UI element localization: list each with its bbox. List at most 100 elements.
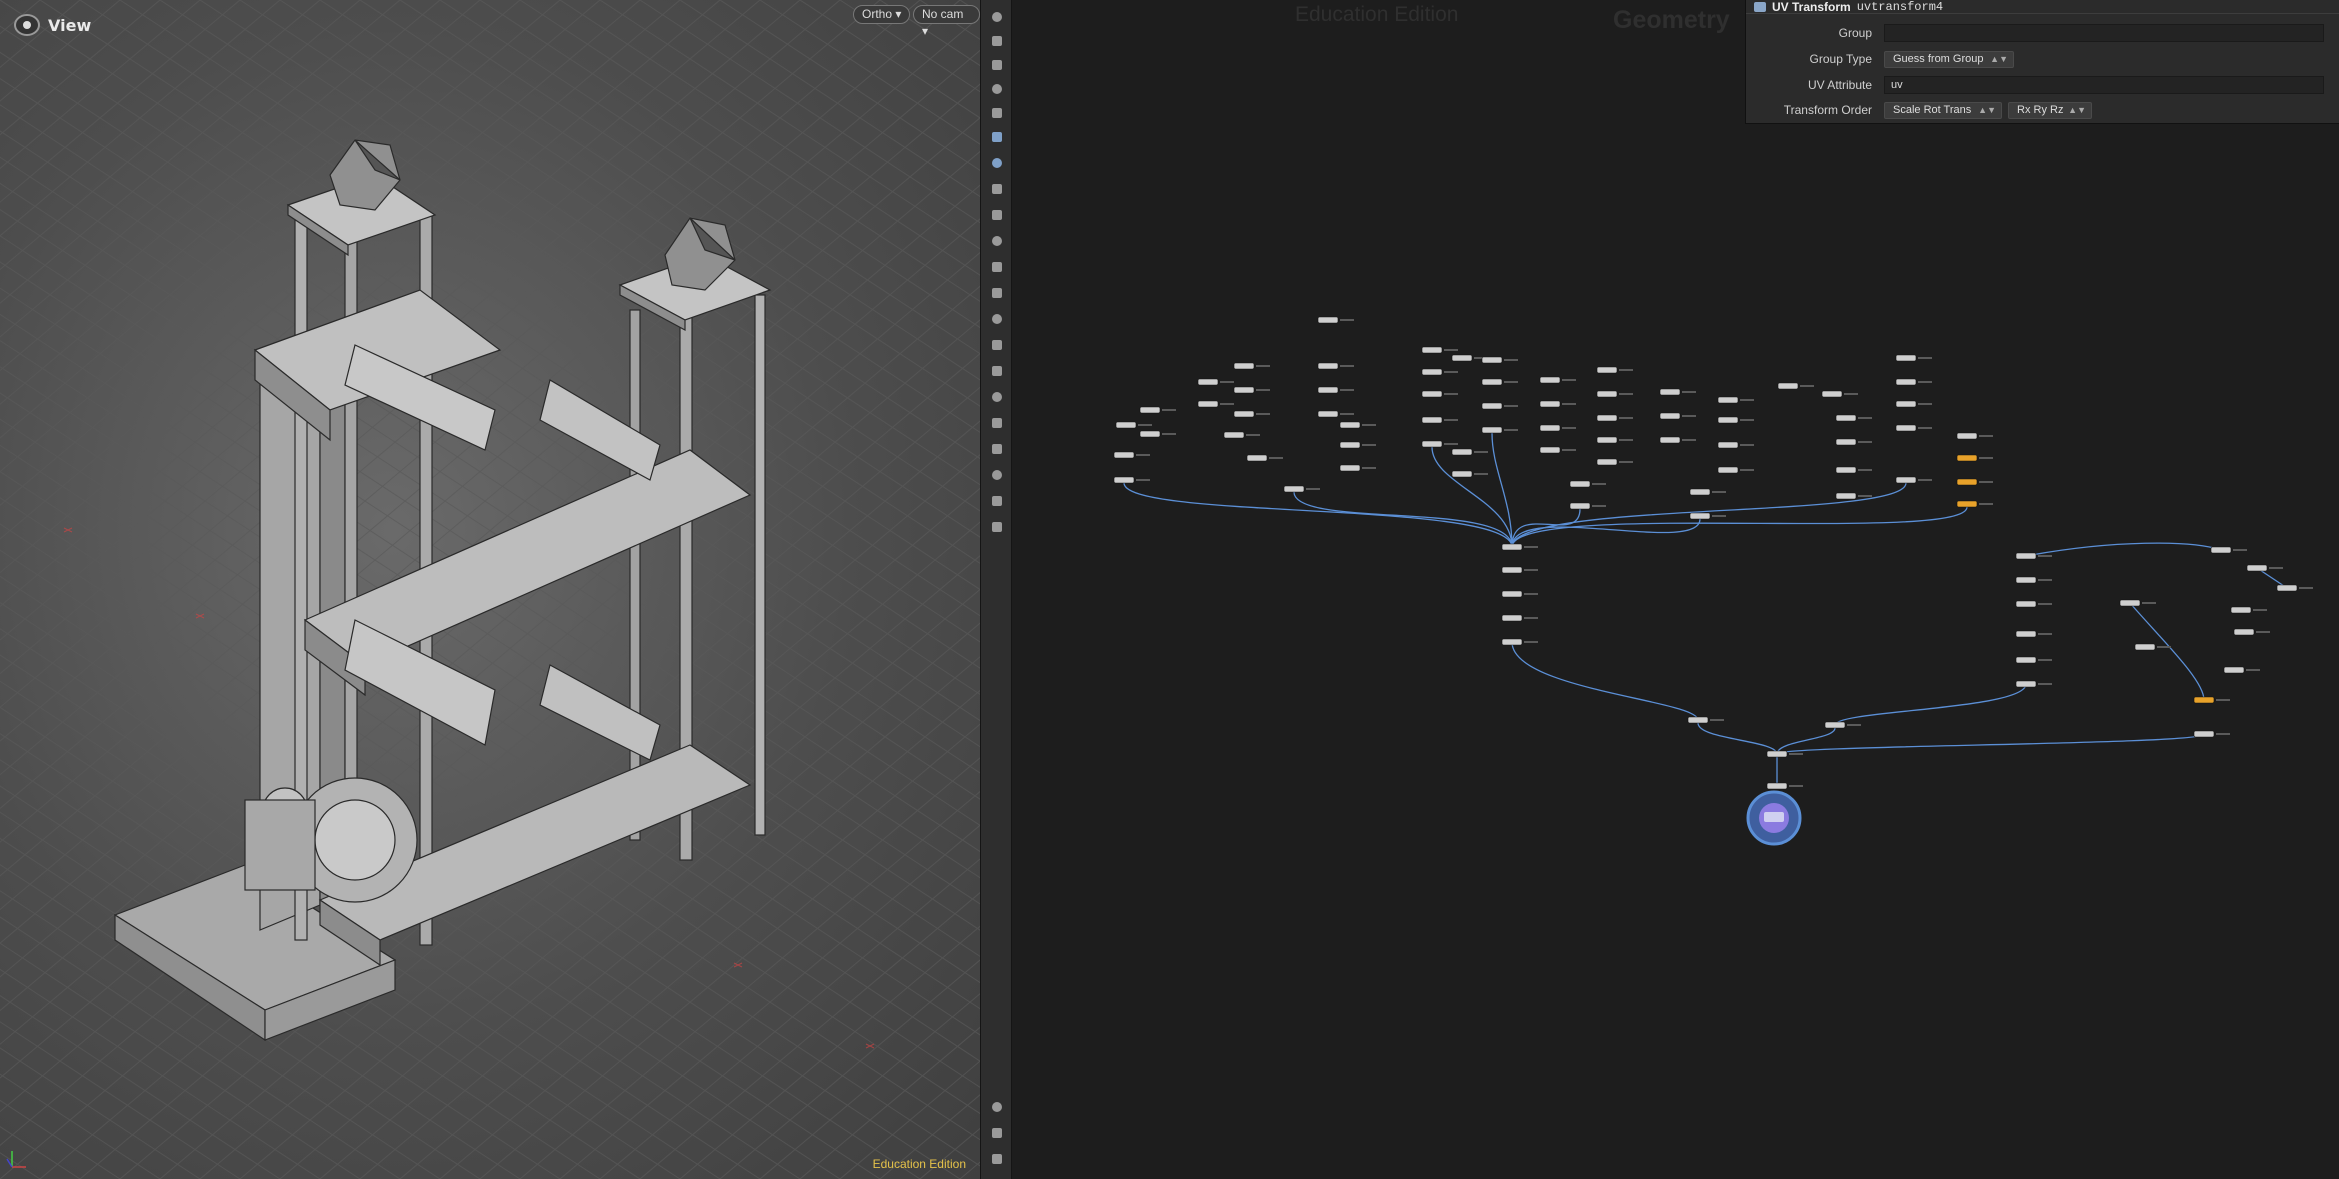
network-node[interactable] [1717,416,1739,424]
solid-icon[interactable] [988,492,1006,510]
display-node[interactable] [1746,790,1802,846]
brush-icon[interactable] [988,232,1006,250]
network-node[interactable] [1501,543,1523,551]
network-node[interactable] [1956,454,1978,462]
sculpt-icon[interactable] [988,336,1006,354]
camera-icon[interactable] [988,104,1006,122]
network-node[interactable] [1317,410,1339,418]
network-node[interactable] [1421,368,1443,376]
network-node[interactable] [1317,386,1339,394]
network-node[interactable] [2233,628,2255,636]
rotation-order-menu[interactable]: Rx Ry Rz ▲▼ [2008,101,2092,119]
network-node[interactable] [1501,638,1523,646]
network-node[interactable] [1569,480,1591,488]
network-node[interactable] [1835,438,1857,446]
network-node[interactable] [1539,376,1561,384]
network-node[interactable] [2246,564,2268,572]
network-node[interactable] [2119,599,2141,607]
network-node[interactable] [1895,476,1917,484]
network-node[interactable] [1895,400,1917,408]
network-node[interactable] [1451,354,1473,362]
transform-icon[interactable] [988,128,1006,146]
network-node[interactable] [2223,666,2245,674]
network-node[interactable] [1569,502,1591,510]
network-node[interactable] [2210,546,2232,554]
group-input[interactable] [1884,24,2324,42]
network-node[interactable] [1451,470,1473,478]
network-node[interactable] [1223,431,1245,439]
uv-attribute-input[interactable]: uv [1884,76,2324,94]
network-node[interactable] [2230,606,2252,614]
shade-icon[interactable] [988,440,1006,458]
network-node[interactable] [1821,390,1843,398]
viewport-eye-icon[interactable] [14,14,40,36]
network-node[interactable] [1689,512,1711,520]
network-node[interactable] [1317,362,1339,370]
network-node[interactable] [1766,750,1788,758]
network-node[interactable] [1501,566,1523,574]
network-node[interactable] [1197,378,1219,386]
network-node[interactable] [1539,446,1561,454]
network-node[interactable] [1233,362,1255,370]
network-node[interactable] [1421,346,1443,354]
camera-mode-menu[interactable]: Ortho ▾ [853,5,911,24]
node-name-field[interactable]: uvtransform4 [1857,0,1943,14]
network-node[interactable] [2276,584,2298,592]
network-node[interactable] [1139,406,1161,414]
network-node[interactable] [1421,390,1443,398]
grid-icon[interactable] [988,414,1006,432]
network-node[interactable] [1233,410,1255,418]
network-node[interactable] [1596,436,1618,444]
network-node[interactable] [1451,448,1473,456]
select-icon[interactable] [988,8,1006,26]
network-node[interactable] [1339,421,1361,429]
network-node[interactable] [1246,454,1268,462]
knife-icon[interactable] [988,362,1006,380]
network-node[interactable] [1481,426,1503,434]
network-node[interactable] [1687,716,1709,724]
network-editor[interactable]: Education Edition Geometry [1012,0,2339,1179]
light-icon[interactable] [988,56,1006,74]
network-node[interactable] [1895,424,1917,432]
network-node[interactable] [1956,500,1978,508]
network-node[interactable] [1481,402,1503,410]
network-node[interactable] [1895,378,1917,386]
network-node[interactable] [1501,614,1523,622]
network-node[interactable] [2193,696,2215,704]
network-node[interactable] [2015,576,2037,584]
paint-icon[interactable] [988,310,1006,328]
network-node[interactable] [1956,432,1978,440]
network-node[interactable] [2015,656,2037,664]
network-node[interactable] [1197,400,1219,408]
network-node[interactable] [2015,600,2037,608]
network-node[interactable] [1717,396,1739,404]
network-node[interactable] [1835,492,1857,500]
info-icon[interactable] [988,1098,1006,1116]
transform-order-menu[interactable]: Scale Rot Trans ▲▼ [1884,101,2002,119]
network-node[interactable] [1596,414,1618,422]
network-node[interactable] [1481,378,1503,386]
render-icon[interactable] [988,1150,1006,1168]
network-node[interactable] [1596,458,1618,466]
point-icon[interactable] [988,206,1006,224]
group-type-menu[interactable]: Guess from Group ▲▼ [1884,50,2014,68]
network-node[interactable] [1596,366,1618,374]
network-node[interactable] [1115,421,1137,429]
network-node[interactable] [1339,441,1361,449]
network-node[interactable] [2193,730,2215,738]
network-node[interactable] [1956,478,1978,486]
network-node[interactable] [1539,424,1561,432]
display-icon[interactable] [988,518,1006,536]
network-node[interactable] [1233,386,1255,394]
snap-icon[interactable] [988,154,1006,172]
network-node[interactable] [1317,316,1339,324]
network-node[interactable] [1659,388,1681,396]
scene-viewport[interactable]: View Ortho ▾ No cam ▾ Education Edition [0,0,980,1179]
network-node[interactable] [1113,451,1135,459]
network-node[interactable] [1481,356,1503,364]
camera-menu[interactable]: No cam ▾ [913,5,980,38]
network-node[interactable] [2134,643,2156,651]
network-node[interactable] [1835,414,1857,422]
sphere-icon[interactable] [988,80,1006,98]
measure-icon[interactable] [988,284,1006,302]
